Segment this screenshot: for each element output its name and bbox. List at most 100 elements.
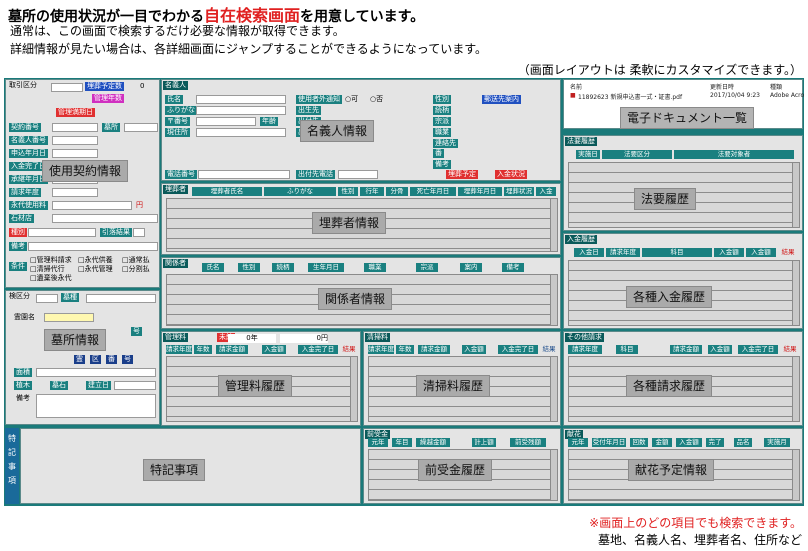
edoc-col-name: 名前 (570, 84, 583, 91)
stone-shop-field[interactable] (52, 214, 158, 223)
flower-scrollbar[interactable] (792, 450, 799, 500)
label-sex: 性別 (433, 95, 451, 104)
contract-no-field[interactable] (52, 123, 98, 132)
nav-ban[interactable]: 番 (106, 355, 117, 364)
hoyo-panel: 法要履歴 実施日 法要区分 法要対象者 法要履歴 (563, 135, 803, 231)
pay-col-amount-1: 入金額 (714, 248, 744, 257)
phone-field[interactable] (198, 170, 290, 179)
edoc-row-name[interactable]: 11892623 新規申込書一式・証書.pdf (578, 92, 682, 101)
billing-panel: その他請求 請求年度 科目 請求金額 入金額 入金完了日 結果 各種請求履歴 (563, 331, 803, 426)
label-nominee: 名義人 (163, 81, 188, 90)
billing-scrollbar[interactable] (792, 357, 799, 421)
ken-kubun-field[interactable] (36, 294, 58, 303)
address-field[interactable] (196, 128, 286, 137)
label-apply-date: 申込年月日 (9, 149, 48, 158)
built-date-field[interactable] (114, 381, 156, 390)
relation-scrollbar[interactable] (550, 275, 557, 325)
label-billing-year: 請求年度 (9, 188, 41, 197)
nav-ku[interactable]: 区 (90, 355, 101, 364)
mgmt-col-result: 結果 (342, 345, 356, 353)
label-nominee-no: 名義人番号 (9, 136, 48, 145)
kind-field[interactable] (28, 228, 96, 237)
label-expiry: 管理満期日 (56, 108, 95, 117)
edoc-panel[interactable]: 名前 更新日時 種類 ■ 11892623 新規申込書一式・証書.pdf 201… (563, 79, 804, 129)
nav-go[interactable]: 号 (122, 355, 133, 364)
rel-col-note: 備考 (502, 263, 524, 272)
bosho-field[interactable] (124, 123, 158, 132)
special-side-char-1: 特 (8, 434, 16, 443)
hoyo-scrollbar[interactable] (792, 163, 799, 227)
clean-col-count: 年数 (396, 345, 414, 354)
grave-note-field[interactable] (36, 394, 156, 418)
label-name: 氏名 (165, 95, 183, 104)
burial-count-value: 0 (140, 82, 145, 90)
grave-type-field[interactable] (86, 294, 156, 303)
clean-scrollbar[interactable] (550, 357, 557, 421)
fl-col-count: 回数 (630, 438, 648, 447)
billing-overlay: 各種請求履歴 (626, 375, 713, 397)
label-area: 面積 (14, 368, 32, 377)
burial-col-name: 埋葬者氏名 (192, 187, 262, 196)
fl-col-month: 実施月 (764, 438, 790, 447)
burial-scrollbar[interactable] (550, 199, 557, 251)
cond-eidai-kuyo[interactable]: □永代供養 (78, 256, 113, 265)
hoyo-col-target: 法要対象者 (674, 150, 794, 159)
flower-overlay: 献花予定情報 (628, 459, 715, 481)
contract-type-field[interactable] (51, 83, 83, 92)
label-stone-shop: 石材店 (9, 214, 34, 223)
advance-scrollbar[interactable] (550, 450, 557, 500)
rel-col-guide: 案内 (460, 263, 482, 272)
radio-yes[interactable]: ○可 (343, 95, 360, 104)
eidai-fee-field[interactable] (52, 201, 132, 210)
payments-scrollbar[interactable] (792, 261, 799, 325)
remarks-field[interactable] (28, 242, 158, 251)
bill-col-item: 科目 (616, 345, 638, 354)
billing-title: その他請求 (565, 333, 604, 342)
radio-no[interactable]: ○否 (368, 95, 385, 104)
mgmt-col-done-date: 入金完了日 (298, 345, 338, 354)
fl-col-done: 完了 (706, 438, 724, 447)
cond-mgmt-billing[interactable]: □管理料請求 (30, 256, 72, 265)
nominee-no-field[interactable] (52, 136, 98, 145)
clean-overlay: 清掃料履歴 (416, 375, 491, 397)
adv-col-year: 年目 (392, 438, 412, 447)
label-relation: 続柄 (433, 106, 451, 115)
cond-installment[interactable]: □分割払 (122, 265, 150, 274)
rel-col-birth: 生年月日 (308, 263, 344, 272)
nav-rei[interactable]: 霊 (74, 355, 85, 364)
label-eidai-fee: 永代使用料 (9, 201, 48, 210)
mail-dest-select[interactable]: 郵送先案内 (482, 95, 521, 104)
label-kind: 種別 (9, 228, 27, 237)
label-ken-kubun: 検区分 (9, 292, 30, 300)
cond-clean-proxy[interactable]: □清掃代行 (30, 265, 65, 274)
furigana-field[interactable] (196, 106, 286, 115)
dest-phone-field[interactable] (338, 170, 378, 179)
special-panel[interactable]: 特記事項 (20, 428, 361, 504)
label-sect: 宗派 (433, 117, 451, 126)
cond-eidai-mgmt[interactable]: □永代管理 (78, 265, 113, 274)
cond-eidai-after[interactable]: □遺棄後永代 (30, 274, 72, 283)
burial-col-payment: 入金 (536, 187, 556, 196)
debit-result-field[interactable] (133, 228, 145, 237)
rel-col-job: 職業 (364, 263, 386, 272)
fl-col-received: 受付年月日 (592, 438, 626, 447)
pay-col-result: 結果 (781, 248, 795, 256)
billing-year-field[interactable] (52, 188, 98, 197)
label-burial-plan: 埋葬予定 (446, 170, 478, 179)
name-field[interactable] (196, 95, 286, 104)
cemetery-field[interactable] (44, 313, 94, 322)
mgmt-yen-value: 0円 (280, 334, 328, 343)
fl-col-paid: 入金額 (676, 438, 702, 447)
apply-date-field[interactable] (52, 149, 98, 158)
rel-col-relation: 続柄 (272, 263, 294, 272)
pay-col-amount-2: 入金額 (746, 248, 776, 257)
area-field[interactable] (36, 368, 156, 377)
cond-normal-pay[interactable]: □通常払 (122, 256, 150, 265)
bill-col-paid: 入金額 (708, 345, 732, 354)
burial-col-bunkotsu: 分骨 (386, 187, 408, 196)
pay-col-item: 科目 (642, 248, 712, 257)
mgmt-scrollbar[interactable] (350, 357, 357, 421)
burial-title: 埋葬者 (163, 185, 188, 194)
mgmt-panel: 管理料 未納 0年 0円 請求年度 年数 請求金額 入金額 入金完了日 結果 管… (161, 331, 361, 426)
postal-field[interactable] (196, 117, 256, 126)
